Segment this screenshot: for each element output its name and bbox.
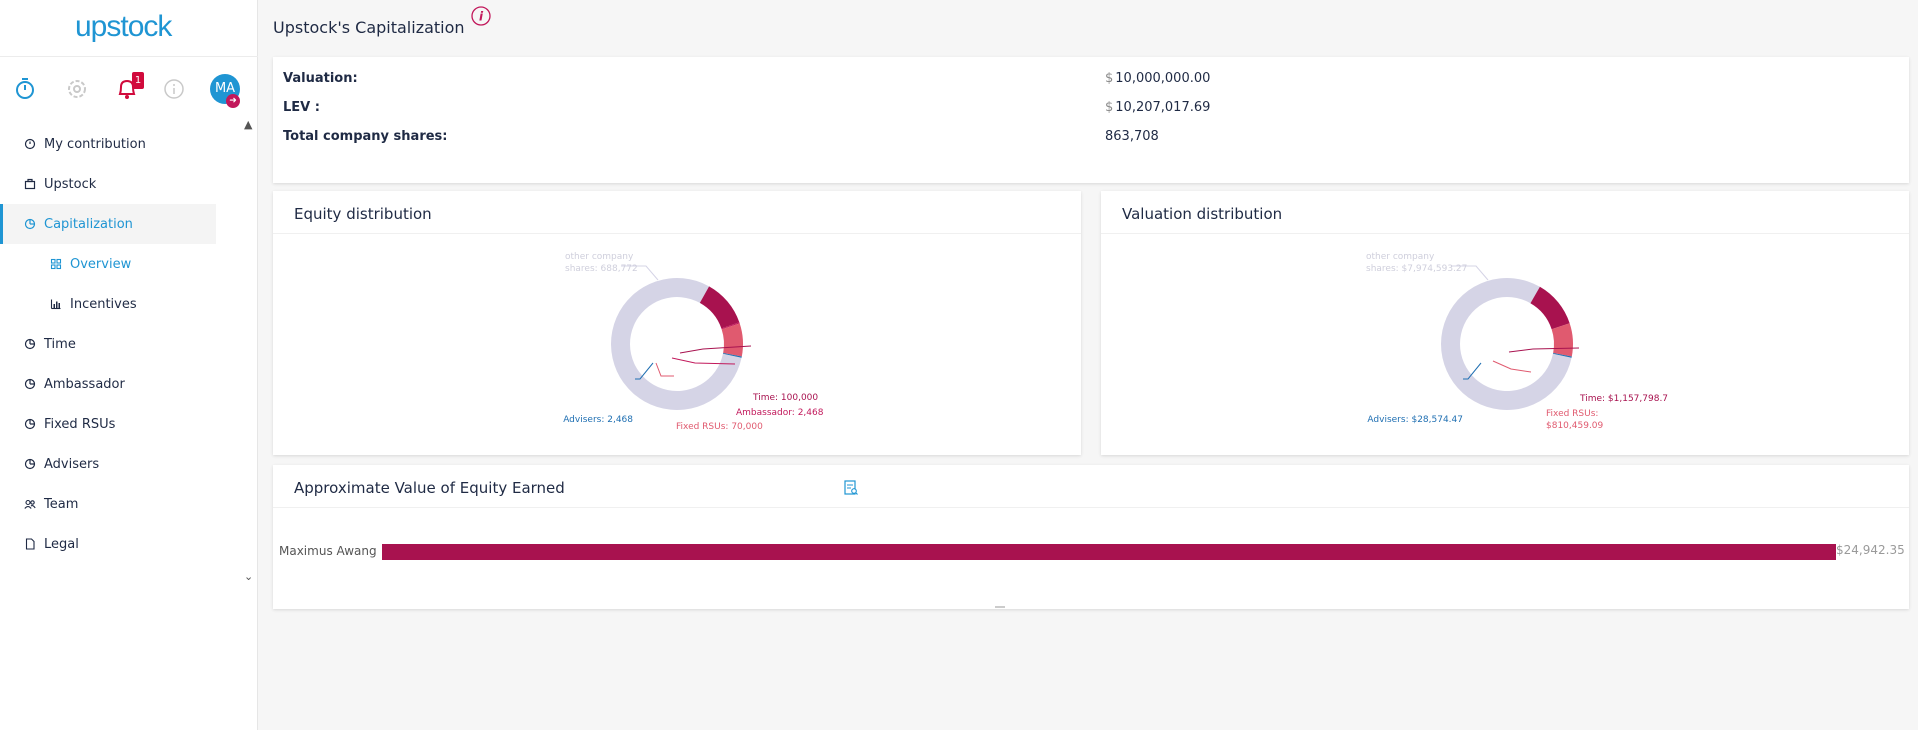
sidebar-item-upstock[interactable]: Upstock	[0, 164, 216, 204]
label-other-line1: other company	[1366, 252, 1435, 262]
label-ambassador: Ambassador: 2,468	[736, 408, 824, 418]
label-time: Time: $1,157,798.7	[1579, 394, 1668, 404]
sidebar-item-team[interactable]: Team	[0, 484, 216, 524]
sidebar: upstock 1 MA ➜ ▲ My contribution Upstock…	[0, 0, 258, 730]
sidebar-item-ambassador[interactable]: Ambassador	[0, 364, 216, 404]
equity-slices	[611, 277, 743, 410]
scroll-down-icon[interactable]: ⌄	[244, 570, 256, 583]
equity-distribution-card: Equity distribution other company shares…	[273, 191, 1081, 455]
scroll-up-icon[interactable]: ▲	[244, 118, 256, 131]
label-fixed: Fixed RSUs: 70,000	[676, 422, 763, 432]
report-icon[interactable]	[844, 480, 858, 496]
logo[interactable]: upstock	[0, 0, 258, 57]
logo-text: upstock	[75, 10, 172, 43]
sidebar-item-label: Advisers	[44, 456, 100, 472]
sidebar-item-label: Upstock	[44, 176, 97, 192]
valuation-label: Valuation:	[283, 71, 358, 86]
sidebar-item-incentives[interactable]: Incentives	[0, 284, 216, 324]
equity-value-bar	[382, 544, 1836, 560]
team-icon	[24, 499, 36, 509]
sidebar-item-advisers[interactable]: Advisers	[0, 444, 216, 484]
lev-value: $10,207,017.69	[1105, 100, 1211, 115]
sidebar-item-overview[interactable]: Overview	[0, 244, 216, 284]
leader-line-fixed	[655, 362, 674, 377]
sidebar-nav: My contribution Upstock Capitalization O…	[0, 124, 216, 564]
divider	[273, 507, 1909, 508]
label-time: Time: 100,000	[752, 393, 818, 403]
sidebar-item-label: Ambassador	[44, 376, 125, 392]
sidebar-item-label: Incentives	[70, 296, 137, 312]
pie-chart-icon	[24, 458, 36, 470]
sidebar-item-label: Time	[44, 336, 76, 352]
resize-handle[interactable]	[995, 606, 1005, 608]
label-fixed-line2: $810,459.09	[1546, 421, 1604, 431]
bar-label: Maximus Awang	[279, 544, 377, 558]
approximate-value-card: Approximate Value of Equity Earned Maxim…	[273, 465, 1909, 609]
label-other-line1: other company	[565, 252, 634, 262]
document-icon	[25, 538, 35, 550]
sidebar-item-my-contribution[interactable]: My contribution	[0, 124, 216, 164]
sidebar-item-capitalization[interactable]: Capitalization	[0, 204, 216, 244]
timer-icon[interactable]	[12, 76, 42, 106]
grid-icon	[50, 258, 62, 270]
valuation-slices	[1441, 278, 1573, 410]
bar-value: $24,942.35	[1836, 543, 1905, 557]
lev-label: LEV :	[283, 100, 320, 115]
sidebar-item-label: Team	[44, 496, 79, 512]
summary-card: Valuation: $10,000,000.00 LEV : $10,207,…	[273, 57, 1909, 183]
sidebar-item-time[interactable]: Time	[0, 324, 216, 364]
gear-icon[interactable]	[64, 76, 94, 106]
sidebar-item-label: My contribution	[44, 136, 146, 152]
notification-badge: 1	[132, 72, 144, 89]
svg-text:i: i	[479, 10, 484, 24]
label-advisers: Advisers: $28,574.47	[1367, 415, 1463, 425]
donut-slice-fixed-rsus[interactable]	[1551, 323, 1573, 357]
briefcase-icon	[24, 178, 36, 190]
leader-line-fixed	[1492, 360, 1532, 373]
donut-slice-time[interactable]	[699, 286, 740, 329]
valuation-value: $10,000,000.00	[1105, 71, 1211, 86]
clock-icon	[24, 138, 36, 150]
pie-chart-icon	[24, 378, 36, 390]
sidebar-item-label: Legal	[44, 536, 79, 552]
equity-donut-chart: other company shares: 688,772 Time: 100,…	[563, 252, 824, 432]
total-shares-label: Total company shares:	[283, 129, 448, 144]
label-advisers: Advisers: 2,468	[563, 415, 633, 425]
bar-chart-icon	[50, 299, 61, 310]
total-shares-value: 863,708	[1105, 129, 1159, 144]
pie-chart-icon	[24, 218, 36, 230]
pie-chart-icon	[24, 338, 36, 350]
card-title: Approximate Value of Equity Earned	[294, 479, 565, 497]
label-other-line2: shares: 688,772	[565, 264, 638, 274]
valuation-donut-chart: other company shares: $7,974,593.27 Time…	[1366, 252, 1668, 431]
label-fixed-line1: Fixed RSUs:	[1546, 409, 1598, 419]
sidebar-item-label: Fixed RSUs	[44, 416, 116, 432]
sidebar-item-label: Overview	[70, 256, 132, 272]
logout-icon[interactable]: ➜	[226, 94, 240, 108]
info-icon[interactable]	[161, 76, 191, 106]
valuation-distribution-card: Valuation distribution other company sha…	[1101, 191, 1909, 455]
sidebar-item-fixed-rsus[interactable]: Fixed RSUs	[0, 404, 216, 444]
page-title: Upstock's Capitalization	[273, 18, 465, 37]
label-other-line2: shares: $7,974,593.27	[1366, 264, 1467, 274]
sidebar-item-label: Capitalization	[44, 216, 133, 232]
sidebar-item-legal[interactable]: Legal	[0, 524, 216, 564]
pie-chart-icon	[24, 418, 36, 430]
donut-slice-time[interactable]	[1530, 286, 1570, 330]
info-icon[interactable]: i	[470, 5, 492, 27]
donut-slice-fixed-rsus[interactable]	[721, 323, 743, 357]
